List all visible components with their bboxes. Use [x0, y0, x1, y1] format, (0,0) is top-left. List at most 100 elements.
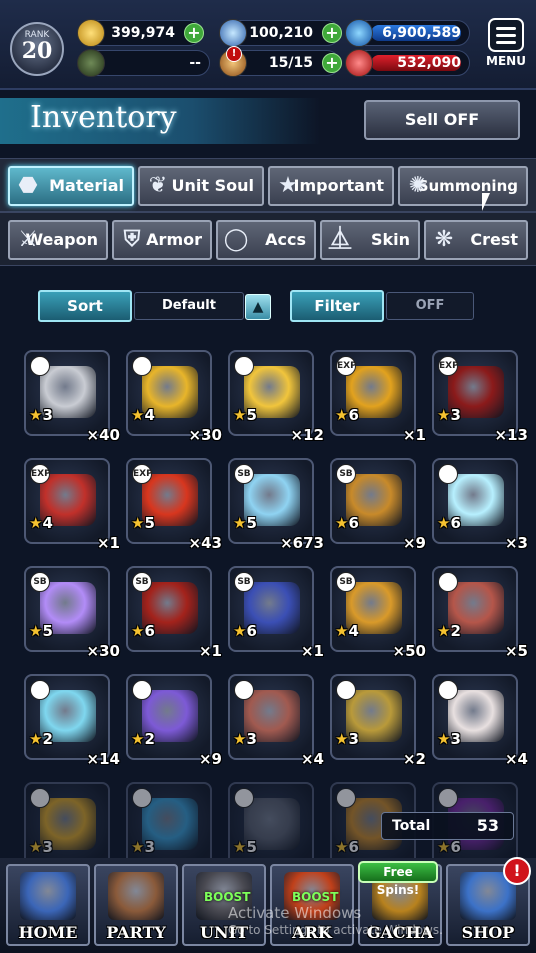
inventory-item[interactable]: ★3×4: [24, 782, 120, 860]
star-icon: ★: [437, 838, 451, 856]
inventory-item[interactable]: ★4 ×30: [126, 350, 222, 444]
item-rarity-value: 3: [450, 406, 461, 424]
inventory-item[interactable]: ★2 ×14: [24, 674, 120, 768]
inventory-item[interactable]: ★2 ×9: [126, 674, 222, 768]
item-rarity: ★3: [233, 730, 257, 748]
nav-home-button[interactable]: HOME: [6, 864, 90, 946]
item-type-icon: [132, 680, 152, 700]
star-icon: ★: [437, 730, 451, 748]
item-quantity: ×30: [86, 642, 120, 660]
sort-value[interactable]: Default: [134, 292, 244, 320]
boost-label: BOOST: [292, 890, 339, 904]
star-icon: ★: [437, 406, 451, 424]
inventory-item[interactable]: ★6 ×3: [432, 458, 528, 552]
tab-important[interactable]: ★ Important: [268, 166, 394, 206]
tab-skin[interactable]: ⏅ Skin: [320, 220, 420, 260]
item-rarity-value: 4: [42, 514, 53, 532]
inventory-item[interactable]: SB ★6 ×9: [330, 458, 426, 552]
inventory-item[interactable]: SB ★6 ×1: [228, 566, 324, 660]
item-quantity: ×1: [300, 642, 324, 660]
inventory-item[interactable]: SB ★6 ×1: [126, 566, 222, 660]
filter-button[interactable]: Filter: [290, 290, 384, 322]
item-rarity-value: 6: [348, 838, 359, 856]
rank-badge[interactable]: RANK 20: [10, 22, 64, 76]
item-grid: ★3 ×40 ★4 ×30 ★5 ×12 EXP ★6 ×1 EXP ★3 ×13 EXP ★4 ×1 EXP…: [0, 340, 536, 860]
add-energy-button[interactable]: +: [322, 53, 342, 73]
windows-watermark: Activate Windows Go to Settings to activ…: [228, 904, 443, 937]
item-rarity: ★3: [131, 838, 155, 856]
item-rarity-value: 3: [246, 730, 257, 748]
inventory-item[interactable]: ★3: [126, 782, 212, 860]
armor-icon: ⛨: [123, 227, 141, 252]
sort-order-button[interactable]: ▲: [245, 294, 271, 320]
inventory-item[interactable]: SB ★5 ×673: [228, 458, 324, 552]
item-type-icon: [438, 464, 458, 484]
sell-off-button[interactable]: Sell OFF: [364, 100, 520, 140]
tab-crest[interactable]: ❋ Crest: [424, 220, 528, 260]
tab-material[interactable]: ⬣ Material: [8, 166, 134, 206]
item-type-icon: SB: [234, 572, 254, 592]
item-type-icon: [132, 788, 152, 808]
item-rarity-value: 2: [450, 622, 461, 640]
item-type-icon: [336, 788, 356, 808]
item-rarity-value: 5: [42, 622, 53, 640]
inventory-item[interactable]: EXP ★3 ×13: [432, 350, 528, 444]
equipment-tabs: ⚔ Weapon ⛨ Armor ◯ Accs ⏅ Skin ❋ Crest: [0, 212, 536, 266]
item-rarity: ★3: [437, 406, 461, 424]
inventory-item[interactable]: ★5: [228, 782, 314, 860]
inventory-item[interactable]: ★2 ×5: [432, 566, 528, 660]
tab-summoning[interactable]: ✺ Summoning: [398, 166, 528, 206]
inventory-item[interactable]: EXP ★6 ×1: [330, 350, 426, 444]
item-rarity: ★5: [233, 838, 257, 856]
item-rarity: ★3: [29, 406, 53, 424]
item-rarity-value: 6: [348, 514, 359, 532]
inventory-item[interactable]: EXP ★4 ×1: [24, 458, 120, 552]
inventory-item[interactable]: SB ★5 ×30: [24, 566, 120, 660]
tab-armor-label: Armor: [146, 230, 202, 249]
inventory-item[interactable]: SB ★4 ×50: [330, 566, 426, 660]
star-icon: ★: [29, 514, 43, 532]
item-quantity: ×50: [392, 642, 426, 660]
item-quantity: ×12: [290, 426, 324, 444]
filter-value[interactable]: OFF: [386, 292, 474, 320]
add-lapis-button[interactable]: +: [322, 23, 342, 43]
shop-alert-icon: !: [503, 857, 531, 885]
item-rarity-value: 3: [348, 730, 359, 748]
item-rarity-value: 3: [144, 838, 155, 856]
red-orb-icon: [345, 49, 373, 77]
category-tabs: ⬣ Material ❦ Unit Soul ★ Important ✺ Sum…: [0, 158, 536, 212]
nav-party-button[interactable]: PARTY: [94, 864, 178, 946]
mouse-cursor-icon: [482, 193, 490, 211]
page-title: Inventory: [30, 100, 177, 135]
tab-armor[interactable]: ⛨ Armor: [112, 220, 212, 260]
total-value: 53: [476, 816, 499, 835]
energy-alert-icon: !: [226, 46, 242, 62]
nav-label: PARTY: [106, 923, 166, 942]
sort-button[interactable]: Sort: [38, 290, 132, 322]
inventory-item[interactable]: ★3 ×2: [330, 674, 426, 768]
compass-icon: [77, 49, 105, 77]
item-rarity: ★4: [131, 406, 155, 424]
item-rarity-value: 6: [450, 838, 461, 856]
menu-button[interactable]: MENU: [484, 18, 528, 74]
inventory-item[interactable]: ★3 ×4: [228, 674, 324, 768]
rank-value: 20: [21, 38, 53, 64]
add-gil-button[interactable]: +: [184, 23, 204, 43]
item-rarity: ★2: [437, 622, 461, 640]
item-rarity: ★6: [437, 514, 461, 532]
item-rarity-value: 3: [42, 838, 53, 856]
star-icon: ★: [131, 406, 145, 424]
item-quantity: ×14: [86, 750, 120, 768]
item-rarity-value: 6: [450, 514, 461, 532]
item-quantity: ×4: [300, 750, 324, 768]
tab-unit-soul[interactable]: ❦ Unit Soul: [138, 166, 264, 206]
inventory-item[interactable]: ★5 ×12: [228, 350, 324, 444]
watermark-line-1: Activate Windows: [228, 904, 362, 922]
friend-points-counter: --: [77, 49, 210, 77]
tab-accs[interactable]: ◯ Accs: [216, 220, 316, 260]
inventory-item[interactable]: EXP ★5 ×43: [126, 458, 222, 552]
inventory-item[interactable]: ★3×4: [432, 674, 528, 768]
tab-weapon[interactable]: ⚔ Weapon: [8, 220, 108, 260]
inventory-item[interactable]: ★3 ×40: [24, 350, 120, 444]
item-rarity-value: 3: [450, 730, 461, 748]
